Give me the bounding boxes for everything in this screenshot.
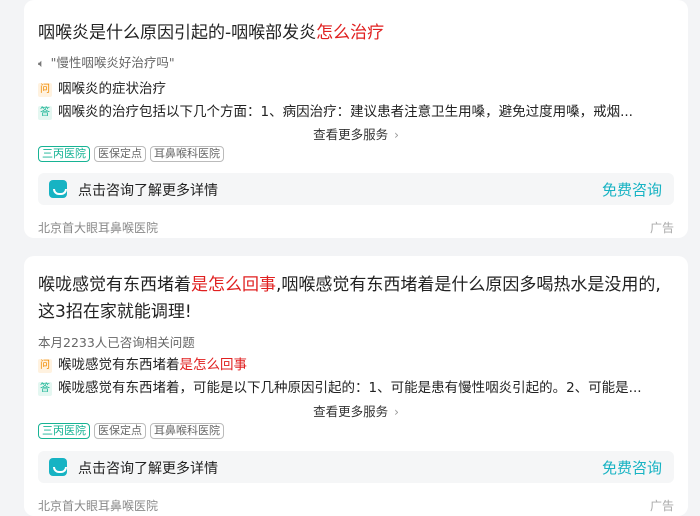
tag-list: 三丙医院 医保定点 耳鼻喉科医院 <box>38 146 224 162</box>
card-footer: 北京首大眼耳鼻喉医院 广告 <box>38 497 674 514</box>
title-highlight[interactable]: 是怎么回事 <box>191 275 276 295</box>
ad-label: 广告 <box>649 499 674 513</box>
more-services-link[interactable]: 查看更多服务 › <box>24 401 688 420</box>
question-badge: 问 <box>38 359 52 373</box>
free-consult-button[interactable]: 免费咨询 <box>602 179 662 200</box>
more-services-link[interactable]: 查看更多服务 › <box>24 124 688 143</box>
question-row[interactable]: 问喉咙感觉有东西堵着是怎么回事 <box>38 353 674 373</box>
question-row[interactable]: 问咽喉炎的症状治疗 <box>38 77 674 97</box>
title-text[interactable]: 咽喉炎是什么原因引起的-咽喉部发炎 <box>38 23 316 43</box>
answer-row[interactable]: 答喉咙感觉有东西堵着，可能是以下几种原因引起的：1、可能是患有慢性咽炎引起的。2… <box>38 376 674 396</box>
question-text[interactable]: 咽喉炎的症状治疗 <box>58 81 166 97</box>
consult-stats: 本月2233人已咨询相关问题 <box>38 335 195 350</box>
speaker-icon: 🔈︎ <box>38 57 45 70</box>
ad-label: 广告 <box>649 221 674 235</box>
more-services-label[interactable]: 查看更多服务 <box>313 404 388 419</box>
card-title[interactable]: 咽喉炎是什么原因引起的-咽喉部发炎怎么治疗 <box>38 20 674 47</box>
chevron-right-icon: › <box>394 405 399 419</box>
tag: 耳鼻喉科医院 <box>150 423 224 439</box>
tag-list: 三丙医院 医保定点 耳鼻喉科医院 <box>38 423 224 439</box>
answer-badge: 答 <box>38 382 52 396</box>
answer-text[interactable]: 咽喉炎的治疗包括以下几个方面：1、病因治疗：建议患者注意卫生用嗓，避免过度用嗓，… <box>58 104 633 120</box>
tag: 耳鼻喉科医院 <box>150 146 224 162</box>
answer-row[interactable]: 答咽喉炎的治疗包括以下几个方面：1、病因治疗：建议患者注意卫生用嗓，避免过度用嗓… <box>38 100 674 120</box>
consult-text[interactable]: 点击咨询了解更多详情 <box>78 180 218 200</box>
question-highlight[interactable]: 是怎么回事 <box>180 357 248 373</box>
title-text[interactable]: 喉咙感觉有东西堵着 <box>38 275 191 295</box>
tag: 医保定点 <box>94 423 146 439</box>
card-title[interactable]: 喉咙感觉有东西堵着是怎么回事,咽喉感觉有东西堵着是什么原因多喝热水是没用的,这3… <box>38 272 674 326</box>
consult-text[interactable]: 点击咨询了解更多详情 <box>78 458 218 478</box>
ad-card-1: 咽喉炎是什么原因引起的-咽喉部发炎怎么治疗 🔈︎ "慢性咽喉炎好治疗吗" 问咽喉… <box>24 0 688 238</box>
tag: 三丙医院 <box>38 423 90 439</box>
title-highlight[interactable]: 怎么治疗 <box>316 23 384 43</box>
consult-bar[interactable]: 点击咨询了解更多详情 免费咨询 <box>38 173 674 205</box>
chat-icon <box>49 458 67 476</box>
question-badge: 问 <box>38 83 52 97</box>
tag: 三丙医院 <box>38 146 90 162</box>
stats-row: 本月2233人已咨询相关问题 <box>38 332 674 351</box>
chevron-right-icon: › <box>394 128 399 142</box>
answer-badge: 答 <box>38 106 52 120</box>
hospital-name[interactable]: 北京首大眼耳鼻喉医院 <box>38 221 158 235</box>
voice-query-text: "慢性咽喉炎好治疗吗" <box>50 55 175 70</box>
free-consult-button[interactable]: 免费咨询 <box>602 457 662 478</box>
voice-query-row: 🔈︎ "慢性咽喉炎好治疗吗" <box>38 52 674 71</box>
question-text[interactable]: 喉咙感觉有东西堵着 <box>58 357 180 373</box>
chat-icon <box>49 180 67 198</box>
card-footer: 北京首大眼耳鼻喉医院 广告 <box>38 219 674 236</box>
answer-text[interactable]: 喉咙感觉有东西堵着，可能是以下几种原因引起的：1、可能是患有慢性咽炎引起的。2、… <box>58 380 642 396</box>
tag: 医保定点 <box>94 146 146 162</box>
consult-bar[interactable]: 点击咨询了解更多详情 免费咨询 <box>38 451 674 483</box>
more-services-label[interactable]: 查看更多服务 <box>313 127 388 142</box>
ad-card-2: 喉咙感觉有东西堵着是怎么回事,咽喉感觉有东西堵着是什么原因多喝热水是没用的,这3… <box>24 256 688 516</box>
